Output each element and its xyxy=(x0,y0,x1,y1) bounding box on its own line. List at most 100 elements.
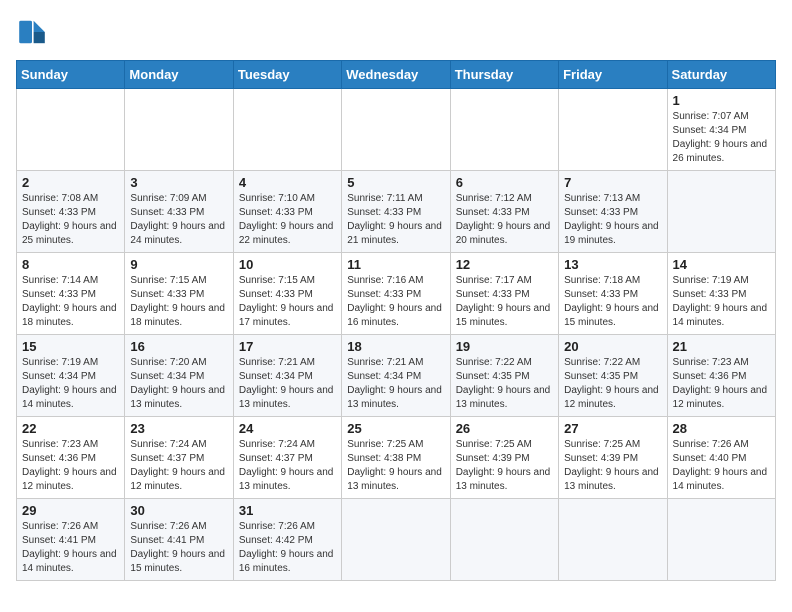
day-info: Sunrise: 7:17 AMSunset: 4:33 PMDaylight:… xyxy=(456,274,553,330)
empty-cell xyxy=(342,89,450,171)
calendar-day: 8Sunrise: 7:14 AMSunset: 4:33 PMDaylight… xyxy=(17,253,125,335)
calendar-day: 7Sunrise: 7:13 AMSunset: 4:33 PMDaylight… xyxy=(559,171,667,253)
empty-cell xyxy=(559,89,667,171)
calendar-day: 2 Sunrise: 7:08 AMSunset: 4:33 PMDaylight… xyxy=(17,171,125,253)
day-number: 17 xyxy=(239,339,336,354)
calendar-day: 19 Sunrise: 7:22 AMSunset: 4:35 PMDayligh… xyxy=(450,335,558,417)
empty-cell xyxy=(17,89,125,171)
weekday-header-saturday: Saturday xyxy=(667,61,775,89)
calendar-day: 5 Sunrise: 7:11 AMSunset: 4:33 PMDaylight… xyxy=(342,171,450,253)
empty-cell xyxy=(125,89,233,171)
day-info: Sunrise: 7:25 AMSunset: 4:38 PMDaylight:… xyxy=(347,438,444,494)
weekday-header-tuesday: Tuesday xyxy=(233,61,341,89)
calendar-day: 12Sunrise: 7:17 AMSunset: 4:33 PMDayligh… xyxy=(450,253,558,335)
calendar-day: 23Sunrise: 7:24 AMSunset: 4:37 PMDayligh… xyxy=(125,417,233,499)
calendar-week-2: 2 Sunrise: 7:08 AMSunset: 4:33 PMDaylight… xyxy=(17,171,776,253)
day-info: Sunrise: 7:15 AMSunset: 4:33 PMDaylight:… xyxy=(239,274,336,330)
day-number: 28 xyxy=(673,421,770,436)
calendar-day: 4Sunrise: 7:10 AMSunset: 4:33 PMDaylight… xyxy=(233,171,341,253)
day-info: Sunrise: 7:14 AMSunset: 4:33 PMDaylight:… xyxy=(22,274,119,330)
day-info: Sunrise: 7:26 AMSunset: 4:41 PMDaylight:… xyxy=(130,520,227,576)
day-number: 6 xyxy=(456,175,553,190)
calendar-day: 22 Sunrise: 7:23 AMSunset: 4:36 PMDayligh… xyxy=(17,417,125,499)
calendar-day: 16Sunrise: 7:20 AMSunset: 4:34 PMDayligh… xyxy=(125,335,233,417)
calendar-day: 1 Sunrise: 7:07 AMSunset: 4:34 PMDaylight… xyxy=(667,89,775,171)
calendar-day: 27Sunrise: 7:25 AMSunset: 4:39 PMDayligh… xyxy=(559,417,667,499)
day-info: Sunrise: 7:24 AMSunset: 4:37 PMDaylight:… xyxy=(239,438,336,494)
day-number: 27 xyxy=(564,421,661,436)
empty-cell xyxy=(233,89,341,171)
day-info: Sunrise: 7:25 AMSunset: 4:39 PMDaylight:… xyxy=(456,438,553,494)
day-info: Sunrise: 7:19 AMSunset: 4:34 PMDaylight:… xyxy=(22,356,119,412)
day-number: 14 xyxy=(673,257,770,272)
day-info: Sunrise: 7:22 AMSunset: 4:35 PMDaylight:… xyxy=(456,356,553,412)
calendar-day: 21Sunrise: 7:23 AMSunset: 4:36 PMDayligh… xyxy=(667,335,775,417)
calendar-day: 20 Sunrise: 7:22 AMSunset: 4:35 PMDayligh… xyxy=(559,335,667,417)
calendar-week-3: 8Sunrise: 7:14 AMSunset: 4:33 PMDaylight… xyxy=(17,253,776,335)
day-info: Sunrise: 7:19 AMSunset: 4:33 PMDaylight:… xyxy=(673,274,770,330)
weekday-header-row: SundayMondayTuesdayWednesdayThursdayFrid… xyxy=(17,61,776,89)
calendar-day: 30 Sunrise: 7:26 AMSunset: 4:41 PMDayligh… xyxy=(125,499,233,581)
day-number: 23 xyxy=(130,421,227,436)
calendar-day xyxy=(667,171,775,253)
day-info: Sunrise: 7:21 AMSunset: 4:34 PMDaylight:… xyxy=(347,356,444,412)
calendar-day: 11Sunrise: 7:16 AMSunset: 4:33 PMDayligh… xyxy=(342,253,450,335)
weekday-header-friday: Friday xyxy=(559,61,667,89)
day-number: 2 xyxy=(22,175,119,190)
calendar-day: 9 Sunrise: 7:15 AMSunset: 4:33 PMDaylight… xyxy=(125,253,233,335)
calendar-day xyxy=(342,499,450,581)
calendar-day: 24Sunrise: 7:24 AMSunset: 4:37 PMDayligh… xyxy=(233,417,341,499)
day-info: Sunrise: 7:26 AMSunset: 4:41 PMDaylight:… xyxy=(22,520,119,576)
calendar-day: 28 Sunrise: 7:26 AMSunset: 4:40 PMDayligh… xyxy=(667,417,775,499)
day-number: 22 xyxy=(22,421,119,436)
calendar-day: 18Sunrise: 7:21 AMSunset: 4:34 PMDayligh… xyxy=(342,335,450,417)
day-number: 21 xyxy=(673,339,770,354)
day-number: 30 xyxy=(130,503,227,518)
day-number: 1 xyxy=(673,93,770,108)
calendar-week-4: 15 Sunrise: 7:19 AMSunset: 4:34 PMDayligh… xyxy=(17,335,776,417)
weekday-header-sunday: Sunday xyxy=(17,61,125,89)
calendar-day: 15 Sunrise: 7:19 AMSunset: 4:34 PMDayligh… xyxy=(17,335,125,417)
day-info: Sunrise: 7:08 AMSunset: 4:33 PMDaylight:… xyxy=(22,192,119,248)
calendar-day: 25Sunrise: 7:25 AMSunset: 4:38 PMDayligh… xyxy=(342,417,450,499)
day-info: Sunrise: 7:21 AMSunset: 4:34 PMDaylight:… xyxy=(239,356,336,412)
day-info: Sunrise: 7:07 AMSunset: 4:34 PMDaylight:… xyxy=(673,110,770,166)
calendar-week-1: 1 Sunrise: 7:07 AMSunset: 4:34 PMDaylight… xyxy=(17,89,776,171)
weekday-header-wednesday: Wednesday xyxy=(342,61,450,89)
empty-cell xyxy=(450,89,558,171)
day-number: 9 xyxy=(130,257,227,272)
page-header xyxy=(16,16,776,48)
day-number: 13 xyxy=(564,257,661,272)
day-number: 4 xyxy=(239,175,336,190)
calendar-day xyxy=(667,499,775,581)
day-number: 5 xyxy=(347,175,444,190)
calendar-day: 3Sunrise: 7:09 AMSunset: 4:33 PMDaylight… xyxy=(125,171,233,253)
calendar-day: 14 Sunrise: 7:19 AMSunset: 4:33 PMDayligh… xyxy=(667,253,775,335)
day-number: 10 xyxy=(239,257,336,272)
day-info: Sunrise: 7:12 AMSunset: 4:33 PMDaylight:… xyxy=(456,192,553,248)
day-number: 15 xyxy=(22,339,119,354)
day-number: 29 xyxy=(22,503,119,518)
day-number: 3 xyxy=(130,175,227,190)
calendar-day: 26 Sunrise: 7:25 AMSunset: 4:39 PMDayligh… xyxy=(450,417,558,499)
day-info: Sunrise: 7:26 AMSunset: 4:42 PMDaylight:… xyxy=(239,520,336,576)
logo-icon xyxy=(16,16,48,48)
calendar-day: 31 Sunrise: 7:26 AMSunset: 4:42 PMDayligh… xyxy=(233,499,341,581)
day-number: 20 xyxy=(564,339,661,354)
day-info: Sunrise: 7:23 AMSunset: 4:36 PMDaylight:… xyxy=(22,438,119,494)
day-info: Sunrise: 7:26 AMSunset: 4:40 PMDaylight:… xyxy=(673,438,770,494)
day-info: Sunrise: 7:11 AMSunset: 4:33 PMDaylight:… xyxy=(347,192,444,248)
day-number: 31 xyxy=(239,503,336,518)
calendar-day: 13 Sunrise: 7:18 AMSunset: 4:33 PMDayligh… xyxy=(559,253,667,335)
day-info: Sunrise: 7:15 AMSunset: 4:33 PMDaylight:… xyxy=(130,274,227,330)
calendar-day xyxy=(450,499,558,581)
day-number: 26 xyxy=(456,421,553,436)
weekday-header-monday: Monday xyxy=(125,61,233,89)
calendar-day: 17 Sunrise: 7:21 AMSunset: 4:34 PMDayligh… xyxy=(233,335,341,417)
day-number: 19 xyxy=(456,339,553,354)
day-info: Sunrise: 7:22 AMSunset: 4:35 PMDaylight:… xyxy=(564,356,661,412)
weekday-header-thursday: Thursday xyxy=(450,61,558,89)
day-info: Sunrise: 7:18 AMSunset: 4:33 PMDaylight:… xyxy=(564,274,661,330)
calendar-table: SundayMondayTuesdayWednesdayThursdayFrid… xyxy=(16,60,776,581)
calendar-week-6: 29 Sunrise: 7:26 AMSunset: 4:41 PMDayligh… xyxy=(17,499,776,581)
